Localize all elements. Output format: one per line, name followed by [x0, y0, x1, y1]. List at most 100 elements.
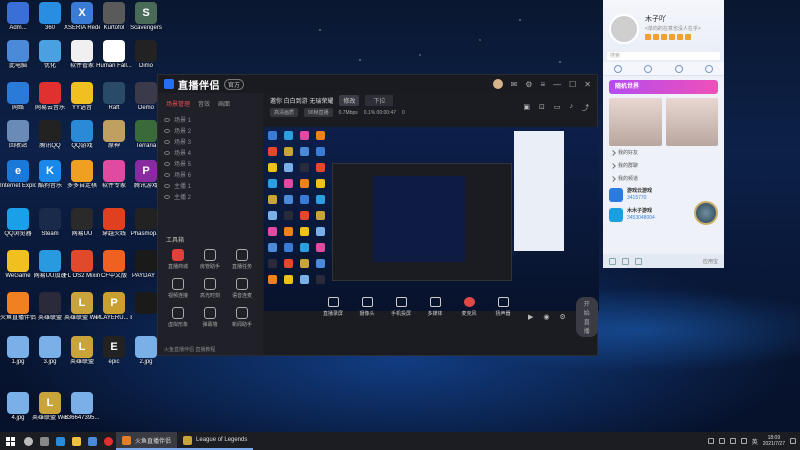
desktop-icon[interactable]: 优化 [32, 40, 68, 70]
share-icon[interactable]: ⤴ [582, 103, 589, 113]
more-tab-icon[interactable] [704, 64, 713, 73]
desktop-icon[interactable]: 360 [32, 2, 68, 32]
desktop-icon[interactable]: 网络 [0, 82, 36, 112]
desktop-icon[interactable]: eInternet Explorer [0, 160, 36, 190]
desktop-icon[interactable]: 火鱼直播伴侣 [0, 292, 36, 322]
tab-video[interactable]: 画面 [218, 99, 230, 108]
tool-button[interactable]: 弹幕墙 [194, 307, 226, 328]
explorer-icon[interactable] [68, 432, 84, 450]
desktop-icon[interactable]: 软件专家 [96, 160, 132, 190]
eye-icon[interactable]: ◉ [543, 313, 549, 321]
desktop-icon[interactable]: 回收站 [0, 120, 36, 150]
settings-icon[interactable]: ⚙ [525, 80, 532, 89]
task-view-icon[interactable] [36, 432, 52, 450]
search-icon[interactable] [20, 432, 36, 450]
desktop-icon[interactable]: 1.jpg [0, 336, 36, 366]
scene-item[interactable]: 主播 2 [164, 191, 257, 202]
source-button[interactable]: 多媒体 [424, 297, 446, 317]
contacts-tab-icon[interactable] [644, 64, 653, 73]
desktop-icon[interactable]: QQ游戏 [64, 120, 100, 150]
qq-channels-group[interactable]: 我的频道 [603, 172, 724, 185]
menu-icon[interactable] [609, 257, 616, 265]
desktop-icon[interactable]: 网易UU加速 [32, 250, 68, 280]
desktop-icon[interactable]: L英雄联盟 WeGame版 [64, 292, 100, 322]
clock[interactable]: 18:09 2021/7/27 [763, 435, 785, 447]
desktop-icon[interactable]: Adm... [0, 2, 36, 32]
eye-icon[interactable] [164, 117, 170, 122]
desktop-icon[interactable]: Kurtofol [96, 2, 132, 32]
desktop-icon[interactable]: XXSERIA Rede... [64, 2, 100, 32]
tool-button[interactable]: 虚拟形象 [162, 307, 194, 328]
user-avatar[interactable] [492, 79, 503, 89]
scene-item[interactable]: 场景 4 [164, 147, 257, 158]
desktop-icon[interactable]: YY语音 [64, 82, 100, 112]
app-titlebar[interactable]: 直播伴侣 官方 ✉ ⚙ ≡ — ☐ ✕ [158, 75, 597, 93]
tool-button[interactable]: 直播商城 [162, 249, 194, 270]
desktop-icon[interactable]: 3.jpg [32, 336, 68, 366]
scene-item[interactable]: 场景 6 [164, 169, 257, 180]
quality-pill[interactable]: 高清画质 [270, 108, 299, 117]
maximize-button[interactable]: ☐ [569, 80, 576, 89]
eye-icon[interactable] [164, 194, 170, 199]
desktop-icon[interactable]: S Scavengers [128, 2, 164, 32]
tool-button[interactable]: 高光时刻 [194, 278, 226, 299]
layout-icon[interactable]: ▣ [523, 103, 530, 113]
desktop-icon[interactable]: Dimo [128, 40, 164, 70]
tool-button[interactable]: 新闻助手 [226, 307, 258, 328]
source-button[interactable]: 扬声器 [492, 297, 514, 317]
minimize-button[interactable]: — [553, 80, 561, 89]
qq-groups-group[interactable]: 我的群聊 [603, 159, 724, 172]
eye-icon[interactable] [164, 172, 170, 177]
eye-icon[interactable] [164, 150, 170, 155]
message-icon[interactable]: ✉ [511, 80, 518, 89]
source-button[interactable]: 麦克风 [458, 297, 480, 317]
taskbar-app-streaming[interactable]: 火鱼直播伴侣 [116, 432, 178, 450]
scene-item[interactable]: 场景 3 [164, 136, 257, 147]
desktop-icon[interactable]: 网易UU [64, 208, 100, 238]
notification-icon[interactable] [790, 438, 796, 444]
desktop-icon[interactable]: PPLAYERU... BATTLEGR... [96, 292, 132, 322]
eye-icon[interactable] [164, 161, 170, 166]
add-icon[interactable] [622, 257, 629, 265]
scene-item[interactable]: 场景 2 [164, 125, 257, 136]
desktop-icon[interactable]: L英雄联盟 WeGame版 [32, 392, 68, 422]
desktop-icon[interactable]: QQ浏览器 [0, 208, 36, 238]
network-icon[interactable] [729, 438, 736, 444]
edit-title-button[interactable]: 修改 [339, 94, 360, 106]
streaming-app-window[interactable]: 直播伴侣 官方 ✉ ⚙ ≡ — ☐ ✕ 场景管理 音效 画面 场景 1 场景 2场… [157, 74, 599, 356]
tool-button[interactable]: 房管助手 [194, 249, 226, 270]
desktop-icon[interactable]: WeGame [0, 250, 36, 280]
tool-button[interactable]: 语音连麦 [226, 278, 258, 299]
gear-icon[interactable]: ⚙ [560, 313, 566, 321]
start-live-button[interactable]: 开始直播 [575, 297, 598, 337]
qq-search-input[interactable]: 搜索 [607, 52, 720, 60]
desktop-icon[interactable]: 原神 [96, 120, 132, 150]
desktop-icon[interactable]: Eepic [96, 336, 132, 366]
tool-button[interactable]: 视频连接 [162, 278, 194, 299]
desktop-icon[interactable]: 4.jpg [0, 392, 36, 422]
game-avatar-icon[interactable] [694, 201, 718, 225]
lock-icon[interactable]: ⊡ [539, 103, 545, 113]
screen-icon[interactable]: ▭ [554, 103, 561, 113]
scene-item[interactable]: 场景 1 [164, 114, 257, 125]
eye-icon[interactable] [164, 128, 170, 133]
camera-toggle-icon[interactable]: ▶ [528, 313, 533, 321]
qq-friends-group[interactable]: 我的好友 [603, 146, 724, 159]
input-language[interactable]: 英 [752, 437, 758, 446]
desktop-icon[interactable]: 此电脑 [0, 40, 36, 70]
qq-contact-item[interactable]: 木木子游戏 3453048004 [603, 201, 724, 225]
source-button[interactable]: 直播录屏 [322, 297, 344, 317]
store-icon[interactable] [84, 432, 100, 450]
desktop-icon[interactable]: 英雄联盟 [32, 292, 68, 322]
source-button[interactable]: 手机投屏 [390, 297, 412, 317]
eye-icon[interactable] [164, 139, 170, 144]
desktop-icon[interactable]: Raft [96, 82, 132, 112]
start-button[interactable] [0, 432, 20, 450]
desktop-icon[interactable]: Human Fall... [96, 40, 132, 70]
edge-icon[interactable] [52, 432, 68, 450]
desktop-icon[interactable]: 网易云音乐 [32, 82, 68, 112]
scene-item[interactable]: 场景 5 [164, 158, 257, 169]
desktop-icon[interactable]: 软件管家 [64, 40, 100, 70]
qq-panel[interactable]: 木子吖 <单向的在意也没人在乎> 搜索 随机世界 我的好友 我的群聊 我的频道 … [603, 0, 724, 268]
app-footer-link[interactable]: 火鱼直播伴侣 直播教程 [164, 346, 215, 353]
